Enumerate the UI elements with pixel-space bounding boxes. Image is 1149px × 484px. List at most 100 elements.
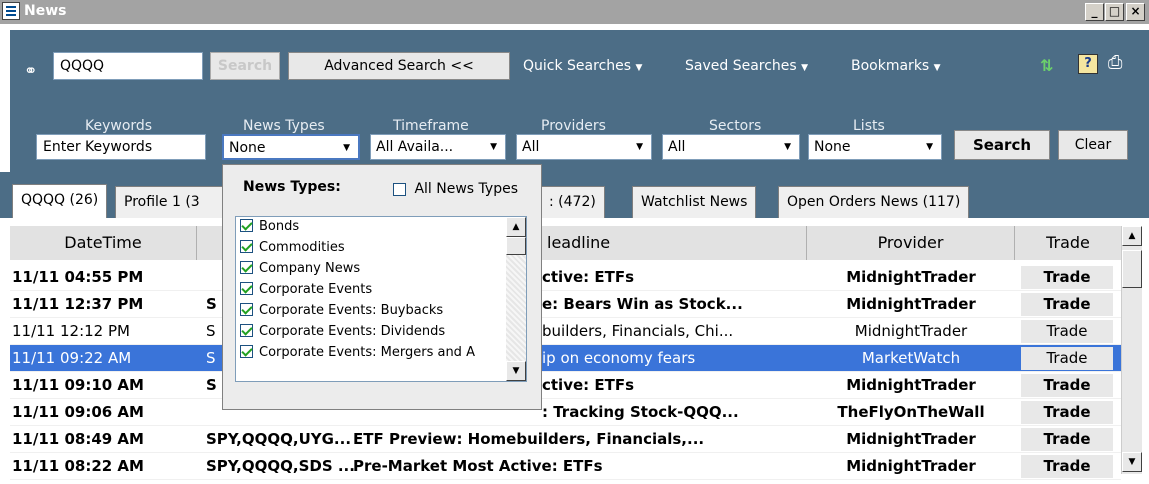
row-provider: MidnightTrader [854, 322, 968, 340]
timeframe-label: Timeframe [393, 118, 469, 134]
scroll-down-icon[interactable]: ▼ [1122, 452, 1142, 472]
quick-searches-menu[interactable]: Quick Searches ▼ [523, 58, 642, 74]
close-button[interactable]: × [1126, 3, 1145, 21]
lists-select[interactable]: None ▼ [808, 134, 942, 160]
scroll-thumb[interactable] [1122, 250, 1142, 288]
row-headline: ctive: ETFs [542, 268, 635, 286]
checkbox-icon[interactable] [240, 303, 253, 316]
news-types-title: News Types: [243, 179, 341, 195]
table-row[interactable]: 11/11 08:49 AM SPY,QQQQ,UYG... ETF Previ… [10, 426, 1121, 453]
scroll-thumb[interactable] [506, 237, 526, 255]
row-headline: ctive: ETFs [542, 376, 635, 394]
filter-toolbar: Keywords News Types Timeframe Providers … [10, 114, 1149, 172]
trade-button[interactable]: Trade [1021, 428, 1113, 451]
row-datetime: 11/11 12:37 PM [12, 295, 144, 313]
link-icon[interactable]: ⚭ [24, 61, 37, 80]
sectors-select[interactable]: All ▼ [662, 134, 800, 160]
checkbox-icon[interactable] [240, 345, 253, 358]
providers-label: Providers [541, 118, 606, 134]
scroll-up-icon[interactable]: ▲ [506, 217, 526, 237]
search-toolbar: ⚭ QQQQ Search Advanced Search << Quick S… [10, 30, 1149, 114]
trade-button[interactable]: Trade [1021, 347, 1113, 370]
minimize-button[interactable]: _ [1085, 3, 1104, 21]
tab-watchlist-news[interactable]: Watchlist News [632, 186, 757, 218]
row-datetime: 11/11 08:49 AM [12, 430, 144, 448]
refresh-icon[interactable]: ⇅ [1040, 56, 1053, 75]
news-types-scrollbar[interactable]: ▲ ▼ [506, 217, 526, 381]
print-icon[interactable]: ⎙ [1108, 52, 1122, 73]
trade-button[interactable]: Trade [1021, 401, 1113, 424]
news-type-item[interactable]: Corporate Events: Buybacks [240, 301, 443, 321]
table-header: DateTime leadline Provider Trade [10, 226, 1121, 260]
symbol-input[interactable]: QQQQ [53, 52, 203, 80]
providers-select[interactable]: All ▼ [516, 134, 652, 160]
trade-button[interactable]: Trade [1021, 320, 1113, 343]
chevron-down-icon: ▼ [343, 143, 350, 153]
keywords-input[interactable]: Enter Keywords [36, 134, 206, 160]
news-type-item[interactable]: Corporate Events [240, 280, 372, 300]
table-row[interactable]: 11/11 08:22 AM SPY,QQQQ,SDS ... Pre-Mark… [10, 453, 1121, 480]
table-row[interactable]: 11/11 04:55 PM ctive: ETFs MidnightTrade… [10, 264, 1121, 291]
trade-button[interactable]: Trade [1021, 293, 1113, 316]
column-header-datetime[interactable]: DateTime [10, 226, 197, 260]
bookmarks-menu[interactable]: Bookmarks ▼ [851, 58, 941, 74]
filter-search-button[interactable]: Search [954, 130, 1050, 160]
table-row[interactable]: 11/11 09:10 AM S ctive: ETFs MidnightTra… [10, 372, 1121, 399]
row-provider: MidnightTrader [846, 268, 976, 286]
checkbox-icon[interactable] [240, 240, 253, 253]
checkbox-icon[interactable] [240, 282, 253, 295]
news-type-item[interactable]: Bonds [240, 217, 299, 237]
chevron-down-icon: ▼ [490, 142, 497, 152]
trade-button[interactable]: Trade [1021, 455, 1113, 478]
checkbox-icon[interactable] [240, 219, 253, 232]
news-type-item[interactable]: Commodities [240, 238, 345, 258]
column-header-trade[interactable]: Trade [1015, 226, 1121, 260]
tab-qqqq[interactable]: QQQQ (26) [12, 184, 108, 218]
chevron-down-icon: ▼ [926, 142, 933, 152]
row-datetime: 11/11 12:12 PM [12, 322, 130, 340]
trade-button[interactable]: Trade [1021, 266, 1113, 289]
row-provider: TheFlyOnTheWall [837, 403, 985, 421]
news-type-item[interactable]: Company News [240, 259, 360, 279]
row-headline: ip on economy fears [542, 349, 696, 367]
row-provider: MidnightTrader [846, 295, 976, 313]
table-row[interactable]: 11/11 12:37 PM S e: Bears Win as Stock..… [10, 291, 1121, 318]
row-symbols: S [206, 295, 217, 313]
table-row[interactable]: 11/11 09:06 AM : Tracking Stock-QQQ... T… [10, 399, 1121, 426]
table-row[interactable]: 11/11 09:22 AM S ip on economy fears Mar… [10, 345, 1121, 372]
tab-open-orders-news[interactable]: Open Orders News (117) [778, 186, 970, 218]
all-news-types-checkbox[interactable]: All News Types [393, 181, 518, 197]
trade-button[interactable]: Trade [1021, 374, 1113, 397]
saved-searches-menu[interactable]: Saved Searches ▼ [685, 58, 808, 74]
news-type-item[interactable]: Corporate Events: Mergers and A [240, 343, 475, 363]
keywords-label: Keywords [85, 118, 153, 134]
news-types-popup: News Types: All News Types Bonds Commodi… [222, 164, 542, 410]
symbol-search-button[interactable]: Search [210, 52, 280, 80]
row-headline: e: Bears Win as Stock... [542, 295, 743, 313]
tab-profile-1[interactable]: Profile 1 (3 [115, 186, 225, 218]
scroll-up-icon[interactable]: ▲ [1122, 226, 1142, 246]
clear-button[interactable]: Clear [1058, 130, 1128, 160]
tab-all-news[interactable]: : (472) [540, 186, 605, 218]
row-datetime: 11/11 08:22 AM [12, 457, 144, 475]
scroll-down-icon[interactable]: ▼ [506, 361, 526, 381]
table-scrollbar[interactable]: ▲ ▼ [1121, 226, 1142, 474]
checkbox-icon[interactable] [240, 261, 253, 274]
row-symbols: SPY,QQQQ,UYG... [206, 430, 352, 448]
checkbox-icon[interactable] [393, 182, 406, 196]
row-symbols: S [206, 376, 217, 394]
maximize-button[interactable]: □ [1105, 3, 1124, 21]
row-symbols: S [206, 349, 216, 367]
advanced-search-button[interactable]: Advanced Search << [288, 52, 510, 80]
column-header-provider[interactable]: Provider [807, 226, 1015, 260]
newstypes-label: News Types [243, 118, 325, 134]
news-type-item[interactable]: Corporate Events: Dividends [240, 322, 445, 342]
timeframe-select[interactable]: All Availa... ▼ [370, 134, 506, 160]
row-headline: builders, Financials, Chi... [542, 322, 734, 340]
help-icon[interactable]: ? [1078, 54, 1098, 74]
newstypes-select[interactable]: None ▼ [222, 134, 360, 160]
row-datetime: 11/11 09:22 AM [12, 349, 132, 367]
window-titlebar: News _ □ × [0, 0, 1149, 24]
table-row[interactable]: 11/11 12:12 PM S builders, Financials, C… [10, 318, 1121, 345]
checkbox-icon[interactable] [240, 324, 253, 337]
